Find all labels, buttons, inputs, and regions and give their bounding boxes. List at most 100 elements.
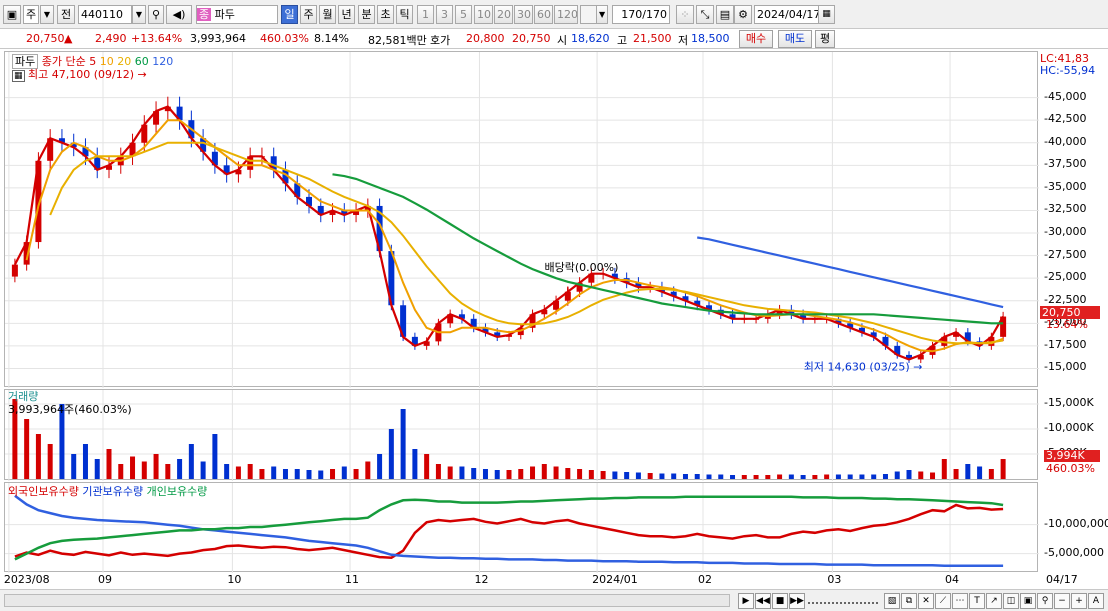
volume-bar <box>388 429 394 479</box>
eval-button[interactable]: 평 <box>815 30 835 48</box>
date-input[interactable]: 2024/04/17 <box>754 5 820 24</box>
volume-bar <box>541 464 547 479</box>
text-tool-icon[interactable]: T <box>969 593 985 609</box>
holdings-line-2 <box>14 495 1004 561</box>
fib-tool-icon[interactable]: ⋯ <box>952 593 968 609</box>
stop-icon[interactable]: ■ <box>772 593 788 609</box>
chevron-down-icon[interactable]: ▼ <box>596 5 608 24</box>
chevron-down-icon[interactable]: ▼ <box>132 5 146 24</box>
holdings-legend: 외국인보유수량 기관보유수량 개인보유수량 <box>8 483 207 499</box>
volume-chart[interactable] <box>5 390 1039 481</box>
interval-60-button[interactable]: 60 <box>534 5 553 24</box>
volume-bar <box>612 471 618 479</box>
high-label: 고 <box>617 34 628 47</box>
change-percent: +13.64% <box>131 32 183 45</box>
period-main-select[interactable]: 주 <box>23 5 39 24</box>
first-page-icon[interactable]: ◀◀ <box>755 593 771 609</box>
price-chart[interactable]: 배당락(0.00%) 최저 14,630 (03/25) → <box>5 52 1039 388</box>
interval-20-button[interactable]: 20 <box>494 5 513 24</box>
grid-icon[interactable]: ⁘ <box>676 5 694 24</box>
price-y-tick: -32,500 <box>1044 202 1087 216</box>
sell-button[interactable]: 매도 <box>778 30 812 48</box>
copy-icon[interactable]: ⧉ <box>901 593 917 609</box>
zoom-out-icon[interactable]: − <box>1054 593 1070 609</box>
cross-icon[interactable]: ✕ <box>918 593 934 609</box>
period-week-button[interactable]: 주 <box>300 5 317 24</box>
window-icon[interactable]: ▣ <box>3 5 21 24</box>
volume-bar <box>82 444 88 479</box>
price-y-tick: -37,500 <box>1044 157 1087 171</box>
volume-bar <box>682 474 688 479</box>
period-tick-button[interactable]: 틱 <box>396 5 413 24</box>
period-year-button[interactable]: 년 <box>338 5 355 24</box>
table-icon[interactable]: ▦ <box>12 70 25 82</box>
candle-body <box>11 264 18 277</box>
arrow-tool-icon[interactable]: ↗ <box>986 593 1002 609</box>
interval-1-button[interactable]: 1 <box>417 5 434 24</box>
stock-name-field[interactable]: 종 파두 <box>196 5 278 24</box>
volume-bar <box>71 454 77 479</box>
period-second-button[interactable]: 초 <box>377 5 394 24</box>
count-value: 170 <box>621 8 643 21</box>
volume-readout: 3,993,964주(460.03%) <box>8 403 132 416</box>
up-arrow-icon: ▲ <box>64 32 73 45</box>
zoom-in-icon[interactable]: + <box>1071 593 1087 609</box>
volume-bar <box>906 470 912 479</box>
last-page-icon[interactable]: ▶▶ <box>789 593 805 609</box>
line-tool-icon[interactable]: ⟋ <box>935 593 951 609</box>
interval-5-button[interactable]: 5 <box>455 5 472 24</box>
chart-tool-icon[interactable]: ◫ <box>1003 593 1019 609</box>
prev-button[interactable]: 전 <box>57 5 75 24</box>
stock-code-input[interactable]: 440110 <box>78 5 132 24</box>
volume-bar <box>247 464 253 479</box>
x-tick-label: 11 <box>345 573 360 586</box>
interval-120-button[interactable]: 120 <box>554 5 578 24</box>
period-minute-button[interactable]: 분 <box>358 5 375 24</box>
scroll-left-icon[interactable]: ▶ <box>738 593 754 609</box>
volume-bar <box>894 471 900 479</box>
volume-bar <box>235 466 241 479</box>
volume-bar <box>341 466 347 479</box>
volume-title: 거래량 <box>8 390 39 403</box>
volume-last-marker: 3,994K <box>1044 450 1100 462</box>
buy-button[interactable]: 매수 <box>739 30 773 48</box>
gear-icon[interactable]: ⚙ <box>734 5 752 24</box>
volume-bar <box>177 459 183 479</box>
search-icon[interactable]: ⚲ <box>148 5 164 24</box>
volume-chart-panel[interactable] <box>4 389 1039 481</box>
period-day-button[interactable]: 일 <box>281 5 298 24</box>
image-tool-icon[interactable]: ▣ <box>1020 593 1036 609</box>
save-icon[interactable]: ▤ <box>716 5 734 24</box>
chevron-down-icon[interactable]: ▼ <box>40 5 54 24</box>
volume-last-pct: 460.03% <box>1046 462 1095 475</box>
volume-bar <box>718 474 724 479</box>
volume-bar <box>659 473 665 479</box>
volume-bar <box>24 419 30 479</box>
drawing-tool-icon[interactable]: ▧ <box>884 593 900 609</box>
quote-bar: 20,750 ▲ 2,490 +13.64% 3,993,964 460.03%… <box>0 29 1108 49</box>
count-input[interactable]: 170/170 <box>612 5 670 24</box>
price-chart-panel[interactable]: 배당락(0.00%) 최저 14,630 (03/25) → <box>4 51 1039 388</box>
zoom-slider[interactable] <box>808 596 878 604</box>
interval-10-button[interactable]: 10 <box>474 5 493 24</box>
calendar-icon[interactable]: ▦ <box>818 5 835 24</box>
volume-bar <box>294 469 300 479</box>
x-tick-label: 12 <box>474 573 489 586</box>
interval-30-button[interactable]: 30 <box>514 5 533 24</box>
price-y-axis: -45,000 -42,500 -40,000 -37,500 -35,000 -32,5… <box>1040 80 1108 380</box>
price-y-tick: -27,500 <box>1044 247 1087 261</box>
volume: 3,993,964 <box>190 32 246 45</box>
volume-bar <box>930 472 936 479</box>
volume-bar <box>141 461 147 479</box>
volume-bar <box>318 470 324 479</box>
crosshair-icon[interactable]: ⤡ <box>696 5 714 24</box>
open-price: 18,620 <box>571 32 610 45</box>
chart-scrollbar[interactable] <box>4 594 730 607</box>
volume-bar <box>459 466 465 479</box>
zoom-search-icon[interactable]: ⚲ <box>1037 593 1053 609</box>
interval-3-button[interactable]: 3 <box>436 5 453 24</box>
period-month-button[interactable]: 월 <box>319 5 336 24</box>
font-size-icon[interactable]: A <box>1088 593 1104 609</box>
speaker-icon[interactable]: ◀) <box>166 5 192 24</box>
ma-line-20 <box>49 141 1004 345</box>
